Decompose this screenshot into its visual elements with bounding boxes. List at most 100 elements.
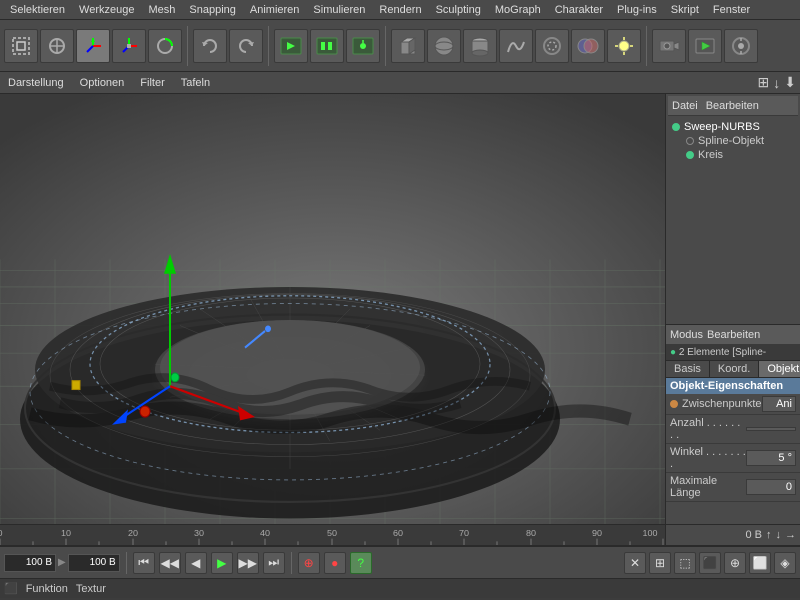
viewport-arrange-icon[interactable]: ⊞ <box>758 74 770 91</box>
viewport[interactable]: ↖ sZ <box>0 94 665 524</box>
cube-btn[interactable] <box>391 29 425 63</box>
menu-werkzeuge[interactable]: Werkzeuge <box>73 3 140 17</box>
separator-3 <box>385 26 386 66</box>
menu-mograph[interactable]: MoGraph <box>489 3 547 17</box>
prop-value-anzahl[interactable] <box>746 427 796 431</box>
datei-label[interactable]: Datei <box>672 100 698 112</box>
select-box-btn[interactable] <box>4 29 38 63</box>
properties-panel: Modus Bearbeiten ● 2 Elemente [Spline- B… <box>666 324 800 524</box>
menu-snapping[interactable]: Snapping <box>183 3 242 17</box>
transport-sep-1 <box>126 552 127 574</box>
optionen-menu[interactable]: Optionen <box>76 76 129 90</box>
transport-bar: ▶ ⏮ ◀◀ ◀ ▶ ▶▶ ⏭ ⊕ ● ? ✕ ⊞ ⬚ ⬛ ⊕ ⬜ ◈ <box>0 546 800 578</box>
select-tools <box>4 29 182 63</box>
anim-btn3[interactable] <box>346 29 380 63</box>
separator-4 <box>646 26 647 66</box>
timeline-right-icon[interactable]: → <box>785 529 796 541</box>
menu-animieren[interactable]: Animieren <box>244 3 306 17</box>
tree-item-spline[interactable]: Spline-Objekt <box>670 134 796 148</box>
viewport-down-icon[interactable]: ↓ <box>773 75 780 91</box>
sweep-nurbs-label: Sweep-NURBS <box>684 121 760 133</box>
anim-tools <box>274 29 380 63</box>
prop-label-winkel: Winkel . . . . . . . . <box>670 446 746 470</box>
transport-help-btn[interactable]: ? <box>350 552 372 574</box>
timeline-ruler[interactable]: 0 10 20 30 40 50 60 70 80 90 100 <box>0 525 665 545</box>
darstellung-menu[interactable]: Darstellung <box>4 76 68 90</box>
cylinder-btn[interactable] <box>463 29 497 63</box>
select-loop-btn[interactable] <box>40 29 74 63</box>
menu-selektieren[interactable]: Selektieren <box>4 3 71 17</box>
transport-tool4[interactable]: ⬛ <box>699 552 721 574</box>
transport-tool5[interactable]: ⊕ <box>724 552 746 574</box>
spline-dot <box>686 137 694 145</box>
anim-btn1[interactable] <box>274 29 308 63</box>
move-btn[interactable] <box>76 29 110 63</box>
redo-btn[interactable] <box>229 29 263 63</box>
tab-basis[interactable]: Basis <box>666 361 710 377</box>
timeline-up-icon[interactable]: ↑ <box>766 529 772 541</box>
transport-to-start-btn[interactable]: ⏮ <box>133 552 155 574</box>
prop-value-maxlaenge[interactable]: 0 <box>746 479 796 495</box>
transport-tool6[interactable]: ⬜ <box>749 552 771 574</box>
rotate-btn[interactable] <box>148 29 182 63</box>
transport-record1-btn[interactable]: ⊕ <box>298 552 320 574</box>
transport-prev-frame-btn[interactable]: ◀ <box>185 552 207 574</box>
light-btn[interactable] <box>607 29 641 63</box>
transport-to-end-btn[interactable]: ⏭ <box>263 552 285 574</box>
timeline-down-icon[interactable]: ↓ <box>776 529 782 541</box>
viewport-arrow-icon[interactable]: ⬇ <box>784 74 796 91</box>
menu-bar: Selektieren Werkzeuge Mesh Snapping Anim… <box>0 0 800 20</box>
render-btn[interactable] <box>688 29 722 63</box>
menu-sculpting[interactable]: Sculpting <box>430 3 487 17</box>
menu-fenster[interactable]: Fenster <box>707 3 756 17</box>
menu-rendern[interactable]: Rendern <box>373 3 427 17</box>
nurbs-btn[interactable] <box>499 29 533 63</box>
timeline-bytes: 0 B <box>745 529 762 541</box>
undo-btn[interactable] <box>193 29 227 63</box>
boolean-btn[interactable] <box>571 29 605 63</box>
transport-play-btn[interactable]: ▶ <box>211 552 233 574</box>
frame-start-input[interactable] <box>4 554 56 572</box>
menu-charakter[interactable]: Charakter <box>549 3 609 17</box>
scale-btn[interactable] <box>112 29 146 63</box>
camera-btn[interactable] <box>652 29 686 63</box>
transport-next-frame-btn[interactable]: ▶▶ <box>237 552 259 574</box>
tree-item-sweep-nurbs[interactable]: Sweep-NURBS <box>670 120 796 134</box>
props-bearbeiten-label[interactable]: Bearbeiten <box>707 329 760 341</box>
transport-tool7[interactable]: ◈ <box>774 552 796 574</box>
svg-text:30: 30 <box>194 528 204 538</box>
bottom-funktion[interactable]: Funktion <box>26 583 68 595</box>
kreis-label: Kreis <box>698 149 723 161</box>
menu-mesh[interactable]: Mesh <box>142 3 181 17</box>
tab-objekt[interactable]: Objekt <box>759 361 800 377</box>
tafeln-menu[interactable]: Tafeln <box>177 76 214 90</box>
scene-canvas: ↖ sZ <box>0 94 665 524</box>
tab-koord[interactable]: Koord. <box>710 361 759 377</box>
object-tree: Sweep-NURBS Spline-Objekt Kreis <box>668 116 798 166</box>
props-modus-label[interactable]: Modus <box>670 329 703 341</box>
transport-tool2[interactable]: ⊞ <box>649 552 671 574</box>
transport-tool3[interactable]: ⬚ <box>674 552 696 574</box>
bearbeiten-label[interactable]: Bearbeiten <box>706 100 759 112</box>
frame-end-input[interactable] <box>68 554 120 572</box>
transport-record2-btn[interactable]: ● <box>324 552 346 574</box>
bottom-textur[interactable]: Textur <box>76 583 106 595</box>
transport-prev-key-btn[interactable]: ◀◀ <box>159 552 181 574</box>
prop-value-zwischenpunkte[interactable]: Ani <box>762 396 797 412</box>
rendersettings-btn[interactable] <box>724 29 758 63</box>
separator-1 <box>187 26 188 66</box>
filter-menu[interactable]: Filter <box>136 76 168 90</box>
menu-plugins[interactable]: Plug-ins <box>611 3 663 17</box>
timeline: 0 10 20 30 40 50 60 70 80 90 100 0 B ↑ ↓… <box>0 524 800 546</box>
spline-btn[interactable] <box>535 29 569 63</box>
anim-btn2[interactable] <box>310 29 344 63</box>
object-manager-header: Datei Bearbeiten <box>668 96 798 116</box>
transport-right-tools: ✕ ⊞ ⬚ ⬛ ⊕ ⬜ ◈ <box>624 552 796 574</box>
tree-item-kreis[interactable]: Kreis <box>670 148 796 162</box>
menu-skript[interactable]: Skript <box>665 3 705 17</box>
transport-tool1[interactable]: ✕ <box>624 552 646 574</box>
menu-simulieren[interactable]: Simulieren <box>307 3 371 17</box>
object-manager: Datei Bearbeiten Sweep-NURBS Spline-Obje… <box>666 94 800 324</box>
prop-value-winkel[interactable]: 5 ° <box>746 450 796 466</box>
sphere-btn[interactable] <box>427 29 461 63</box>
